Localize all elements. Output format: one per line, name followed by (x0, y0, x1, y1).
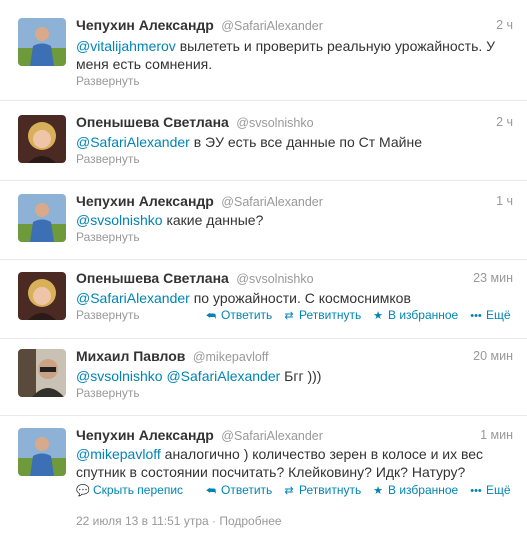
tweet-actions: Развернуть (76, 152, 513, 168)
retweet-label: Ретвитнуть (299, 308, 362, 322)
tweet-time[interactable]: 20 мин (473, 349, 513, 363)
author-handle[interactable]: @SafariAlexander (221, 195, 323, 209)
expand-link[interactable]: Развернуть (76, 230, 140, 244)
author-name[interactable]: Михаил Павлов (76, 348, 185, 364)
tweet-meta: 22 июля 13 в 11:51 утра · Подробнее (76, 514, 282, 528)
expand-link[interactable]: Развернуть (76, 308, 140, 322)
tweet-body: Бгг ))) (280, 368, 322, 384)
favorite-button[interactable]: ★ В избранное (371, 308, 458, 322)
hide-conversation-button[interactable]: 💬 Скрыть перепис (76, 483, 192, 497)
author-name[interactable]: Чепухин Александр (76, 193, 214, 209)
author-name[interactable]: Опенышева Светлана (76, 114, 229, 130)
tweet-text: @svsolnishko какие данные? (76, 211, 513, 229)
reply-arrow-icon: ⮪ (205, 310, 217, 322)
favorite-label: В избранное (388, 308, 459, 322)
author-name[interactable]: Чепухин Александр (76, 427, 214, 443)
details-link[interactable]: Подробнее (219, 514, 281, 528)
tweet-body: какие данные? (162, 212, 264, 228)
tweet-text: @vitalijahmerov вылететь и проверить реа… (76, 37, 513, 73)
star-icon: ★ (373, 310, 383, 322)
mention-link[interactable]: @mikepavloff (76, 446, 161, 462)
avatar[interactable] (18, 272, 66, 320)
favorite-button[interactable]: ★ В избранное (371, 483, 458, 497)
star-icon: ★ (373, 485, 383, 497)
tweet-header: Михаил Павлов @mikepavloff 20 мин (76, 348, 513, 366)
meta-separator: · (208, 514, 220, 528)
hide-conversation-label: Скрыть перепис (93, 483, 184, 497)
avatar[interactable] (18, 349, 66, 397)
tweet-actions: Развернуть (76, 230, 513, 246)
expand-link[interactable]: Развернуть (76, 74, 140, 88)
favorite-label: В избранное (388, 483, 459, 497)
tweet-header: Чепухин Александр @SafariAlexander 1 мин (76, 427, 513, 445)
more-label: Ещё (486, 483, 511, 497)
author-handle[interactable]: @SafariAlexander (221, 429, 323, 443)
avatar[interactable] (18, 115, 66, 163)
tweet-header: Чепухин Александр @SafariAlexander 1 ч (76, 193, 513, 211)
ellipsis-icon: ••• (470, 485, 482, 497)
tweet-time[interactable]: 2 ч (496, 18, 513, 32)
tweet-time[interactable]: 1 мин (480, 428, 513, 442)
tweet-actions: 💬 Скрыть перепис ⮪ Ответить ⇄ Ретвитнуть ★ В… (76, 483, 513, 499)
tweet-actions: Развернуть ⮪ Ответить ⇄ Ретвитнуть ★ В избр… (76, 308, 513, 324)
tweet-actions: Развернуть (76, 386, 513, 402)
tweet-header: Опенышева Светлана @svsolnishko 2 ч (76, 114, 513, 132)
tweet-item[interactable]: Опенышева Светлана @svsolnishko 2 ч @Saf… (0, 101, 527, 181)
retweet-label: Ретвитнуть (299, 483, 362, 497)
mention-link[interactable]: @SafariAlexander (76, 290, 190, 306)
author-handle[interactable]: @svsolnishko (236, 272, 313, 286)
tweet-item[interactable]: Опенышева Светлана @svsolnishko 23 мин @… (0, 260, 527, 339)
more-label: Ещё (486, 308, 511, 322)
tweet-time[interactable]: 1 ч (496, 194, 513, 208)
reply-label: Ответить (221, 483, 273, 497)
tweet-actions: Развернуть (76, 74, 513, 90)
reply-button[interactable]: ⮪ Ответить (204, 308, 272, 323)
mention-link[interactable]: @SafariAlexander (166, 368, 280, 384)
author-handle[interactable]: @SafariAlexander (221, 19, 323, 33)
tweet-text: @SafariAlexander по урожайности. С космо… (76, 289, 513, 307)
author-handle[interactable]: @mikepavloff (193, 350, 269, 364)
author-name[interactable]: Чепухин Александр (76, 17, 214, 33)
more-button[interactable]: ••• Ещё (469, 483, 511, 497)
tweet-time[interactable]: 23 мин (473, 271, 513, 285)
retweet-button[interactable]: ⇄ Ретвитнуть (282, 483, 361, 497)
tweet-time[interactable]: 2 ч (496, 115, 513, 129)
retweet-arrows-icon: ⇄ (284, 310, 294, 322)
tweet-text: @mikepavloff аналогично ) количество зер… (76, 445, 513, 481)
tweet-item[interactable]: Чепухин Александр @SafariAlexander 1 ч @… (0, 181, 527, 260)
tweet-text: @svsolnishko @SafariAlexander Бгг ))) (76, 367, 513, 385)
expand-link[interactable]: Развернуть (76, 386, 140, 400)
author-handle[interactable]: @svsolnishko (236, 116, 313, 130)
tweet-timestamp[interactable]: 22 июля 13 в 11:51 утра (76, 514, 209, 528)
author-name[interactable]: Опенышева Светлана (76, 270, 229, 286)
avatar[interactable] (18, 18, 66, 66)
expand-link[interactable]: Развернуть (76, 152, 140, 166)
mention-link[interactable]: @SafariAlexander (76, 134, 190, 150)
ellipsis-icon: ••• (470, 310, 482, 322)
tweet-timeline: Чепухин Александр @SafariAlexander 2 ч @… (0, 0, 527, 555)
tweet-header: Чепухин Александр @SafariAlexander 2 ч (76, 17, 513, 35)
tweet-item[interactable]: Чепухин Александр @SafariAlexander 2 ч @… (0, 0, 527, 101)
mention-link[interactable]: @vitalijahmerov (76, 38, 176, 54)
reply-button[interactable]: ⮪ Ответить (204, 483, 272, 498)
mention-link[interactable]: @svsolnishko (76, 368, 163, 384)
tweet-text: @SafariAlexander в ЭУ есть все данные по… (76, 133, 513, 151)
mention-link[interactable]: @svsolnishko (76, 212, 163, 228)
tweet-header: Опенышева Светлана @svsolnishko 23 мин (76, 270, 513, 288)
tweet-item[interactable]: Чепухин Александр @SafariAlexander 1 мин… (0, 416, 527, 555)
more-button[interactable]: ••• Ещё (469, 308, 511, 322)
retweet-arrows-icon: ⇄ (284, 485, 294, 497)
avatar[interactable] (18, 194, 66, 242)
tweet-body: в ЭУ есть все данные по Ст Майне (189, 134, 422, 150)
tweet-body: по урожайности. С космоснимков (189, 290, 411, 306)
retweet-button[interactable]: ⇄ Ретвитнуть (282, 308, 361, 322)
speech-bubble-icon: 💬 (76, 485, 90, 497)
avatar[interactable] (18, 428, 66, 476)
tweet-item[interactable]: Михаил Павлов @mikepavloff 20 мин @svsol… (0, 339, 527, 416)
reply-arrow-icon: ⮪ (205, 485, 217, 497)
reply-label: Ответить (221, 308, 273, 322)
